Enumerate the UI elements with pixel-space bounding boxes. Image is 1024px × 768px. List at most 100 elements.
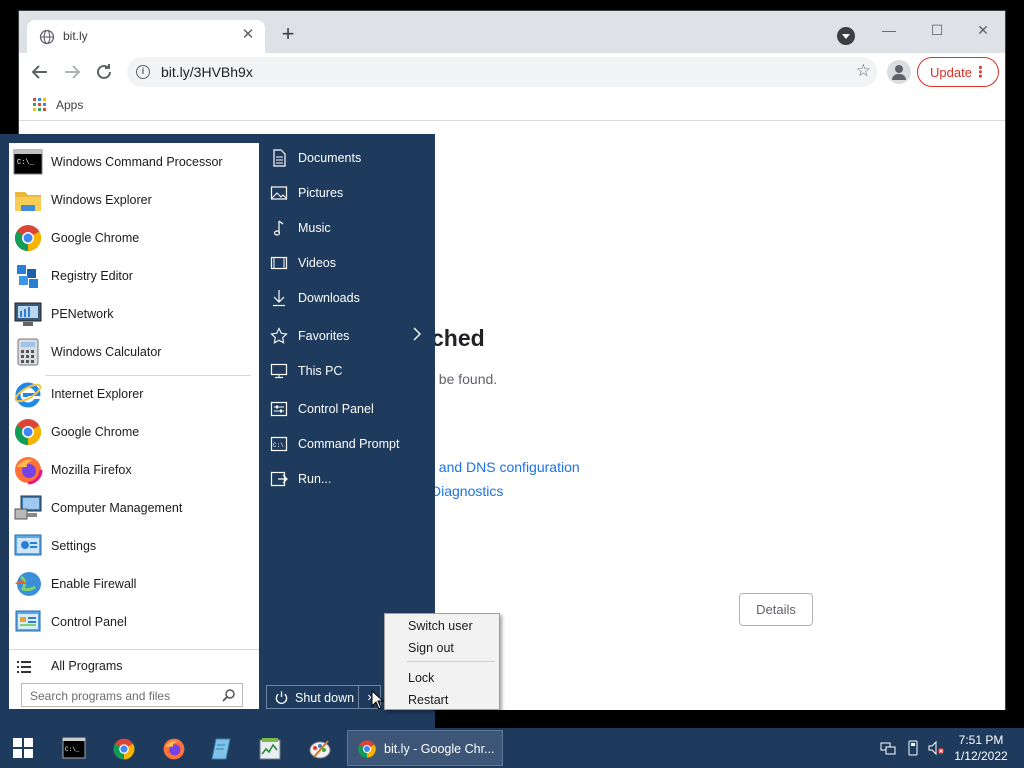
taskbar-chrome[interactable] xyxy=(104,732,144,764)
back-button[interactable] xyxy=(28,60,52,84)
program-item[interactable]: Control Panel xyxy=(9,603,259,641)
program-label: Windows Calculator xyxy=(51,345,162,359)
program-label: Settings xyxy=(51,539,97,553)
update-button[interactable]: Update ⋮ xyxy=(917,57,999,87)
network-icon[interactable] xyxy=(880,740,896,756)
firefox-icon xyxy=(13,455,43,485)
switch-user-item[interactable]: Switch user xyxy=(386,615,498,637)
program-item[interactable]: Registry Editor xyxy=(9,257,259,295)
apps-bookmark[interactable]: Apps xyxy=(56,98,83,112)
terminal-icon: C:\ xyxy=(270,436,288,452)
program-label: Computer Management xyxy=(51,501,183,515)
taskbar-cmd[interactable]: C:\_ xyxy=(54,732,94,764)
control-panel-icon xyxy=(15,610,41,632)
program-item[interactable]: Computer Management xyxy=(9,489,259,527)
place-label: Favorites xyxy=(298,329,350,343)
chrome-icon xyxy=(113,738,135,760)
forward-button[interactable] xyxy=(60,60,84,84)
details-button[interactable]: Details xyxy=(739,593,813,626)
dns-config-link[interactable]: , and DNS configuration xyxy=(431,459,580,475)
error-title: ched xyxy=(431,325,485,351)
place-documents[interactable]: Documents xyxy=(262,143,432,173)
place-run[interactable]: Run... xyxy=(262,464,432,494)
place-this-pc[interactable]: This PC xyxy=(262,356,432,386)
chrome-icon xyxy=(358,740,376,758)
place-control-panel[interactable]: Control Panel xyxy=(262,394,432,424)
menu-dots-icon: ⋮ xyxy=(973,64,988,81)
taskbar-chrome-window[interactable]: bit.ly - Google Chr... xyxy=(347,730,503,766)
all-programs-button[interactable]: All Programs xyxy=(9,651,259,683)
menu-item-label: Restart xyxy=(408,693,449,707)
program-list: C:\_ Windows Command Processor Windows E… xyxy=(9,143,259,709)
place-music[interactable]: Music xyxy=(262,213,432,243)
list-icon xyxy=(17,661,31,673)
music-icon xyxy=(273,220,284,236)
usb-device-icon[interactable] xyxy=(905,740,921,756)
taskbar-firefox[interactable] xyxy=(154,732,194,764)
bookmark-star-icon[interactable]: ☆ xyxy=(856,61,871,81)
notepad-icon xyxy=(211,738,231,760)
reload-button[interactable] xyxy=(92,60,116,84)
run-icon xyxy=(270,471,288,487)
program-item[interactable]: Google Chrome xyxy=(9,413,259,451)
program-item[interactable]: Settings xyxy=(9,527,259,565)
info-icon[interactable]: i xyxy=(136,65,150,79)
browser-tab[interactable]: bit.ly ✕ xyxy=(27,20,265,53)
program-item[interactable]: Windows Calculator xyxy=(9,333,259,371)
tab-strip: bit.ly ✕ + — ☐ ✕ xyxy=(19,11,1005,53)
place-label: Downloads xyxy=(298,291,360,305)
browser-toolbar: i bit.ly/3HVBh9x ☆ Update ⋮ xyxy=(19,53,1005,91)
shutdown-label: Shut down xyxy=(295,691,355,705)
profile-avatar-icon[interactable] xyxy=(887,60,911,84)
program-label: PENetwork xyxy=(51,307,114,321)
forward-arrow-icon xyxy=(65,65,81,79)
search-placeholder: Search programs and files xyxy=(30,689,171,703)
tab-title: bit.ly xyxy=(63,29,88,43)
taskbar-app-1[interactable] xyxy=(202,732,242,764)
apps-grid-icon[interactable] xyxy=(33,98,47,112)
diagnostics-link[interactable]: Diagnostics xyxy=(431,483,503,499)
new-tab-button[interactable]: + xyxy=(277,23,299,46)
taskbar-app-3[interactable] xyxy=(300,732,340,764)
minimize-button[interactable]: — xyxy=(869,17,909,43)
program-item[interactable]: PENetwork xyxy=(9,295,259,333)
place-downloads[interactable]: Downloads xyxy=(262,283,432,313)
start-button[interactable] xyxy=(4,732,44,764)
volume-muted-icon[interactable] xyxy=(928,740,944,756)
shutdown-button[interactable]: Shut down xyxy=(266,685,359,709)
url-text[interactable]: bit.ly/3HVBh9x xyxy=(161,64,253,80)
system-clock[interactable]: 7:51 PM 1/12/2022 xyxy=(948,732,1014,764)
place-command-prompt[interactable]: C:\ Command Prompt xyxy=(262,429,432,459)
start-menu: C:\_ Windows Command Processor Windows E… xyxy=(0,134,435,728)
place-videos[interactable]: Videos xyxy=(262,248,432,278)
close-tab-icon[interactable]: ✕ xyxy=(239,26,257,44)
tab-search-icon[interactable] xyxy=(837,27,855,45)
menu-item-label: Lock xyxy=(408,671,435,685)
search-input[interactable]: Search programs and files xyxy=(21,683,243,707)
program-item[interactable]: Windows Explorer xyxy=(9,181,259,219)
program-item[interactable]: Enable Firewall xyxy=(9,565,259,603)
program-item[interactable]: Mozilla Firefox xyxy=(9,451,259,489)
address-bar[interactable]: i bit.ly/3HVBh9x ☆ xyxy=(127,57,877,87)
program-item[interactable]: C:\_ Windows Command Processor xyxy=(9,143,259,181)
restart-item[interactable]: Restart xyxy=(386,689,498,711)
taskbar-app-2[interactable] xyxy=(250,732,290,764)
computer-management-icon xyxy=(14,495,42,520)
maximize-button[interactable]: ☐ xyxy=(917,17,957,43)
place-favorites[interactable]: Favorites xyxy=(262,321,432,351)
control-panel-icon xyxy=(270,401,288,417)
place-label: Music xyxy=(298,221,331,235)
sign-out-item[interactable]: Sign out xyxy=(386,637,498,659)
error-subtitle: t be found. xyxy=(431,371,498,387)
svg-text:C:\: C:\ xyxy=(273,442,284,449)
taskbar: C:\_ bit.ly - Google Chr... 7:51 PM 1/12… xyxy=(0,728,1024,768)
program-item[interactable]: Google Chrome xyxy=(9,219,259,257)
place-pictures[interactable]: Pictures xyxy=(262,178,432,208)
firefox-icon xyxy=(163,738,185,760)
lock-item[interactable]: Lock xyxy=(386,667,498,689)
close-window-button[interactable]: ✕ xyxy=(963,17,1003,43)
place-label: Run... xyxy=(298,472,332,486)
program-item[interactable]: Internet Explorer xyxy=(9,375,259,413)
ie-icon xyxy=(14,382,42,408)
monitor-icon xyxy=(270,363,288,379)
